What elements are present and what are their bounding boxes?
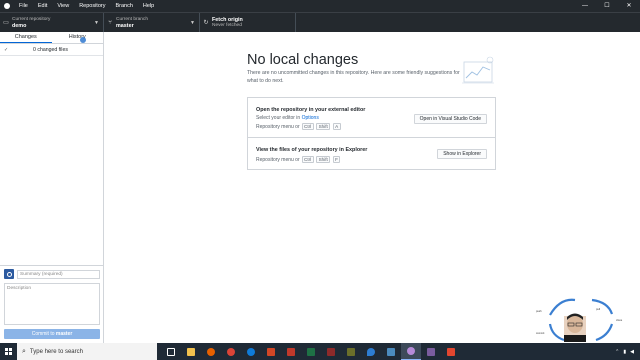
show-explorer-heading: View the files of your repository in Exp… — [256, 147, 368, 153]
menu-repository[interactable]: Repository — [74, 0, 110, 12]
open-editor-shortcut: Repository menu or Ctrl Shift A — [256, 123, 341, 130]
svg-text:push: push — [536, 309, 542, 313]
current-branch-button[interactable]: ⑂ Current branch master ▼ — [104, 13, 200, 32]
fetch-status: Never fetched — [212, 22, 242, 28]
page-title: No local changes — [247, 52, 359, 68]
app-icon[interactable] — [421, 343, 441, 360]
windows-logo-icon — [5, 348, 12, 355]
show-in-explorer-button[interactable]: Show in Explorer — [437, 149, 487, 159]
menu-help[interactable]: Help — [138, 0, 159, 12]
app-icon[interactable] — [281, 343, 301, 360]
avatar — [4, 269, 14, 279]
commit-button[interactable]: Commit to master — [4, 329, 100, 339]
system-tray: ⌃ ▮ ◀ — [615, 343, 634, 360]
branch-value: master — [116, 22, 134, 29]
shortcut-prefix: Repository menu or — [256, 157, 300, 163]
changed-files-header: ✓ 0 changed files — [0, 44, 103, 56]
chevron-down-icon: ▼ — [94, 20, 99, 26]
search-placeholder: Type here to search — [29, 348, 83, 355]
open-in-vscode-button[interactable]: Open in Visual Studio Code — [413, 114, 487, 124]
app-icon[interactable] — [341, 343, 361, 360]
volume-icon[interactable]: ◀ — [630, 349, 634, 355]
file-explorer-icon[interactable] — [181, 343, 201, 360]
illustration-icon — [462, 56, 494, 84]
menu-view[interactable]: View — [52, 0, 74, 12]
key-shift: Shift — [316, 156, 331, 163]
options-link[interactable]: Options — [302, 115, 319, 121]
sidebar-tabs: Changes History — [0, 32, 103, 44]
open-editor-heading: Open the repository in your external edi… — [256, 107, 366, 113]
maximize-button[interactable]: ☐ — [596, 0, 618, 12]
close-button[interactable]: ✕ — [618, 0, 640, 12]
current-repository-button[interactable]: ▭ Current repository demo ▼ — [0, 13, 104, 32]
app-icon[interactable] — [441, 343, 461, 360]
editor-options-text: Select your editor in — [256, 115, 302, 121]
svg-text:clone: clone — [616, 318, 623, 322]
shortcut-prefix: Repository menu or — [256, 124, 300, 130]
powerpoint-icon[interactable] — [261, 343, 281, 360]
task-view-icon[interactable] — [161, 343, 181, 360]
start-button[interactable] — [0, 343, 17, 360]
chevron-down-icon: ▼ — [190, 20, 195, 26]
taskbar-apps — [161, 343, 461, 360]
chevron-up-icon[interactable]: ⌃ — [615, 349, 619, 355]
taskbar-search[interactable]: ⌕ Type here to search — [17, 343, 157, 360]
svg-text:commit: commit — [536, 331, 545, 335]
chrome-icon[interactable] — [221, 343, 241, 360]
changed-files-count: 0 changed files — [33, 46, 68, 53]
refresh-icon: ↻ — [203, 20, 209, 26]
github-logo-icon — [0, 0, 14, 12]
key-f: F — [332, 156, 341, 163]
key-ctrl: Ctrl — [301, 156, 314, 163]
firefox-icon[interactable] — [201, 343, 221, 360]
open-editor-card: Open the repository in your external edi… — [247, 97, 496, 137]
summary-input[interactable]: Summary (required) — [17, 269, 100, 279]
taskbar: ⌕ Type here to search ⌃ ▮ ◀ — [0, 343, 640, 360]
description-field[interactable]: Description — [4, 283, 100, 325]
maps-icon[interactable] — [361, 343, 381, 360]
svg-text:pull: pull — [596, 307, 600, 311]
commit-panel: Summary (required) Description Commit to… — [0, 265, 104, 343]
computer-icon: ▭ — [3, 20, 9, 26]
commit-button-label: Commit to — [31, 331, 56, 337]
window-controls: — ☐ ✕ — [574, 0, 640, 12]
search-icon: ⌕ — [22, 347, 26, 355]
key-a: A — [332, 123, 341, 130]
menu-branch[interactable]: Branch — [110, 0, 137, 12]
show-explorer-card: View the files of your repository in Exp… — [247, 137, 496, 170]
tab-changes[interactable]: Changes — [0, 32, 52, 43]
webcam-overlay-image: push pull clone commit — [530, 290, 640, 345]
mouse-cursor-highlight — [80, 37, 86, 43]
key-ctrl: Ctrl — [301, 123, 314, 130]
minimize-button[interactable]: — — [574, 0, 596, 12]
github-desktop-icon[interactable] — [401, 343, 421, 360]
menu-edit[interactable]: Edit — [33, 0, 52, 12]
tab-history[interactable]: History — [52, 32, 104, 43]
app-icon[interactable] — [321, 343, 341, 360]
show-explorer-shortcut: Repository menu or Ctrl Shift F — [256, 156, 341, 163]
edge-icon[interactable] — [241, 343, 261, 360]
branch-icon: ⑂ — [108, 19, 112, 26]
sidebar: Changes History ✓ 0 changed files Summar… — [0, 32, 104, 343]
excel-icon[interactable] — [301, 343, 321, 360]
title-bar: File Edit View Repository Branch Help — … — [0, 0, 640, 12]
network-icon[interactable]: ▮ — [623, 349, 626, 355]
menu-bar: File Edit View Repository Branch Help — [14, 0, 159, 12]
fetch-origin-button[interactable]: ↻ Fetch origin Never fetched — [200, 13, 296, 32]
toolbar: ▭ Current repository demo ▼ ⑂ Current br… — [0, 12, 640, 32]
repository-value: demo — [12, 22, 27, 29]
key-shift: Shift — [316, 123, 331, 130]
app-icon[interactable] — [381, 343, 401, 360]
page-subtitle: There are no uncommitted changes in this… — [247, 70, 460, 84]
commit-branch-label: master — [55, 331, 73, 337]
open-editor-hint: Select your editor in Options — [256, 115, 319, 121]
menu-file[interactable]: File — [14, 0, 33, 12]
